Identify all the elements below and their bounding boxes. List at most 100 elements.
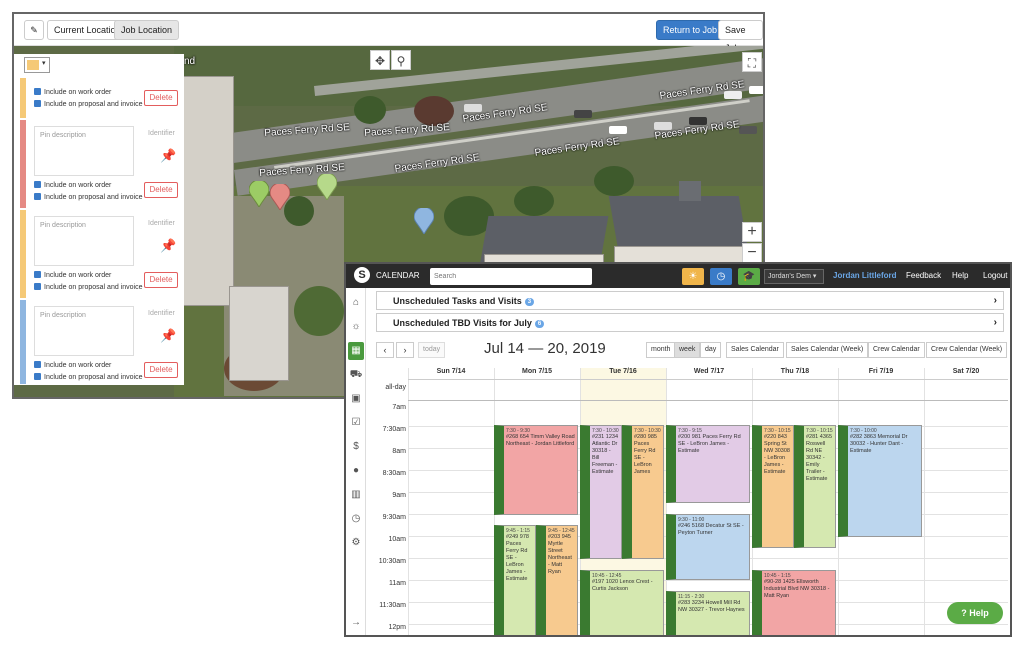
clock-nav-icon[interactable]: ◷ (348, 510, 364, 528)
time-label: 11am (389, 580, 406, 587)
delete-pin-button[interactable]: Delete (144, 90, 178, 106)
time-label: 9am (392, 492, 406, 499)
pan-tool-button[interactable]: ✥ (370, 50, 390, 70)
calendar-event[interactable]: 7:30 - 10:00 #282 3863 Memorial Dr 30032 … (838, 425, 922, 537)
time-label: 7:30am (382, 426, 406, 433)
month-view-button[interactable]: month (646, 342, 676, 358)
checkbox-proposal[interactable] (34, 373, 41, 380)
clock-button[interactable]: ◷ (710, 268, 732, 285)
checkbox-proposal[interactable] (34, 100, 41, 107)
checkbox-label: Include on proposal and invoice (44, 194, 143, 201)
checkbox-work-order[interactable] (34, 181, 41, 188)
map-pin-blue[interactable] (414, 208, 434, 234)
pin-card: Pin description Identifier 📌 Include on … (20, 120, 180, 208)
pin-list-panel: ▾ Include on work order Include on propo… (14, 54, 184, 385)
pushpin-icon: 📌 (160, 328, 177, 343)
calendar-event[interactable]: 7:30 - 10:30 #280 985 Paces Ferry Rd SE -… (622, 425, 664, 559)
week-grid[interactable]: Sun 7/14 Mon 7/15 Tue 7/16 Wed 7/17 Thu … (376, 368, 1008, 635)
calendar-event[interactable]: 10:45 - 1:15 #90-28 1425 Ellsworth Indust… (752, 570, 836, 635)
prev-week-button[interactable]: ‹ (376, 342, 394, 358)
checkbox-label: Include on proposal and invoice (44, 284, 143, 291)
gear-icon[interactable]: ⚙ (348, 534, 364, 552)
calendar-event[interactable]: 7:30 - 10:15 #220 843 Spring St NW 30308 … (752, 425, 794, 548)
app-logo-icon[interactable]: S (354, 267, 370, 283)
search-input[interactable] (430, 268, 592, 285)
week-view-button[interactable]: week (674, 342, 701, 358)
unscheduled-tasks-label: Unscheduled Tasks and Visits (393, 296, 522, 306)
unscheduled-tasks-bar[interactable]: Unscheduled Tasks and Visits 3 › (376, 291, 1004, 310)
count-badge: 6 (534, 320, 545, 328)
pin-color-picker[interactable]: ▾ (24, 57, 50, 73)
account-select[interactable]: Jordan's Dem ▾ (764, 269, 824, 284)
sales-calendar-week-button[interactable]: Sales Calendar (Week) (786, 342, 869, 358)
clipboard-check-icon[interactable]: ☑ (348, 414, 364, 432)
calendar-event[interactable]: 7:30 - 10:30 #231 1234 Atlantic Dr 30318 … (580, 425, 622, 559)
delete-pin-button[interactable]: Delete (144, 182, 178, 198)
checkbox-work-order[interactable] (34, 361, 41, 368)
bar-chart-icon[interactable]: ▥ (348, 486, 364, 504)
event-title: #231 1234 Atlantic Dr 30318 - Bill Freem… (592, 434, 618, 475)
pin-identifier-field[interactable]: Identifier (148, 310, 175, 317)
chevron-right-icon: › (993, 317, 997, 328)
pin-identifier-field[interactable]: Identifier (148, 130, 175, 137)
checkbox-work-order[interactable] (34, 88, 41, 95)
briefcase-icon[interactable]: ▣ (348, 390, 364, 408)
delete-pin-button[interactable]: Delete (144, 272, 178, 288)
calendar-event[interactable]: 7:30 - 9:15 #200 981 Paces Ferry Rd SE - … (666, 425, 750, 503)
calendar-icon[interactable]: ▦ (348, 342, 364, 360)
pin-tool-button[interactable]: ✎ (24, 20, 44, 40)
checkbox-proposal[interactable] (34, 283, 41, 290)
chevron-down-icon: ▾ (42, 60, 46, 67)
day-view-button[interactable]: day (700, 342, 722, 358)
user-icon[interactable]: ● (348, 462, 364, 480)
calendar-event[interactable]: 11:15 - 2:30 #283 3234 Howell Mill Rd NW … (666, 591, 750, 635)
save-job-button[interactable]: Save Job (718, 20, 763, 53)
help-chat-button[interactable]: ? Help (947, 602, 1003, 624)
sales-calendar-button[interactable]: Sales Calendar (726, 342, 784, 358)
home-icon[interactable]: ⌂ (348, 294, 364, 312)
delete-pin-button[interactable]: Delete (144, 362, 178, 378)
move-icon: ✥ (374, 54, 386, 68)
user-name-link[interactable]: Jordan Littleford (833, 271, 897, 280)
map-pin-red[interactable] (270, 184, 290, 210)
crew-calendar-week-button[interactable]: Crew Calendar (Week) (926, 342, 1008, 358)
zoom-out-button[interactable]: − (742, 243, 762, 263)
collapse-arrow-icon[interactable]: → (348, 614, 364, 632)
zoom-in-button[interactable]: + (742, 222, 762, 242)
fullscreen-button[interactable]: ⛶ (742, 52, 762, 72)
training-button[interactable]: 🎓 (738, 268, 760, 285)
checkbox-work-order[interactable] (34, 271, 41, 278)
pin-description-input[interactable]: Pin description (34, 216, 134, 266)
calendar-event[interactable]: 9:45 - 12:45 #203 945 Myrtle Street North… (536, 525, 578, 635)
calendar-event[interactable]: 7:30 - 10:15 #281 4365 Roswell Rd NE 3034… (794, 425, 836, 548)
logout-link[interactable]: Logout (983, 271, 1007, 280)
pin-identifier-field[interactable]: Identifier (148, 220, 175, 227)
job-location-button[interactable]: Job Location (114, 20, 180, 40)
checkbox-proposal[interactable] (34, 193, 41, 200)
pin-description-input[interactable]: Pin description (34, 306, 134, 356)
map-pin-lightgreen[interactable] (317, 174, 337, 200)
checkbox-label: Include on work order (44, 182, 112, 189)
feedback-link[interactable]: Feedback (906, 271, 941, 280)
checkbox-label: Include on work order (44, 272, 112, 279)
place-pin-button[interactable]: ⚲ (391, 50, 411, 70)
pushpin-icon: 📌 (160, 148, 177, 163)
unscheduled-tbd-bar[interactable]: Unscheduled TBD Visits for July 6 › (376, 313, 1004, 332)
next-week-button[interactable]: › (396, 342, 414, 358)
map-pin-green[interactable] (249, 181, 269, 207)
checkbox-label: Include on proposal and invoice (44, 374, 143, 381)
sun-nav-icon[interactable]: ☼ (348, 318, 364, 336)
weather-button[interactable]: ☀ (682, 268, 704, 285)
return-to-job-button[interactable]: Return to Job (656, 20, 725, 40)
pin-description-input[interactable]: Pin description (34, 126, 134, 176)
event-title: #90-28 1425 Ellsworth Industrial Blvd NW… (764, 579, 830, 599)
calendar-event[interactable]: 9:45 - 1:15 #249 978 Paces Ferry Rd SE - … (494, 525, 536, 635)
truck-icon[interactable]: ⛟ (348, 366, 364, 384)
today-button[interactable]: today (418, 342, 446, 358)
crew-calendar-button[interactable]: Crew Calendar (868, 342, 925, 358)
calendar-event[interactable]: 9:30 - 11:00 #246 5168 Decatur St SE - Pe… (666, 514, 750, 580)
calendar-event[interactable]: 10:45 - 12:45 #197 1020 Lenox Crest - Cur… (580, 570, 664, 635)
calendar-event[interactable]: 7:30 - 9:30 #268 654 Timm Valley Road Nor… (494, 425, 578, 515)
help-link[interactable]: Help (952, 271, 968, 280)
dollar-icon[interactable]: $ (348, 438, 364, 456)
